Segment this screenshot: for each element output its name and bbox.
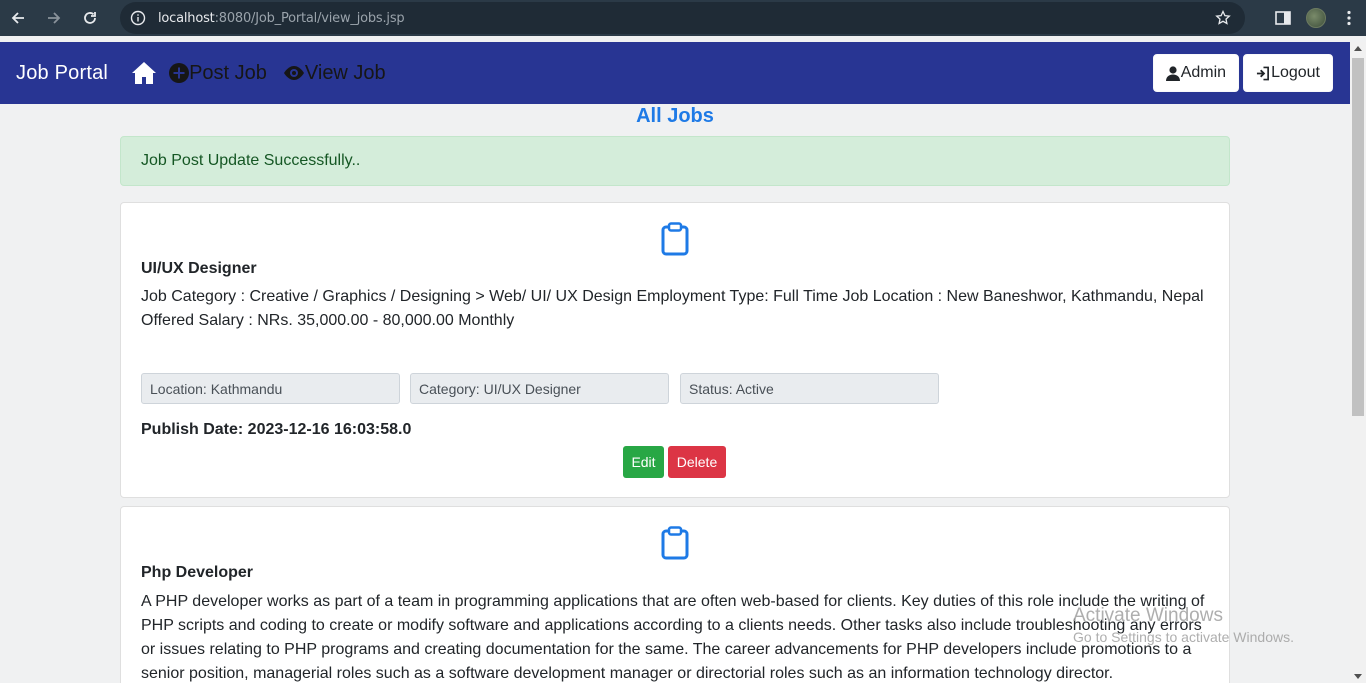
reload-button[interactable] [72, 0, 108, 36]
view-job-link[interactable]: View Job [283, 62, 386, 85]
page-title: All Jobs [636, 105, 714, 127]
browser-toolbar: localhost:8080/Job_Portal/view_jobs.jsp [0, 0, 1366, 36]
site-info-icon[interactable] [130, 10, 146, 26]
home-icon [132, 62, 157, 84]
url-text: localhost:8080/Job_Portal/view_jobs.jsp [158, 10, 405, 26]
clipboard-icon [661, 222, 689, 256]
job-card: Php Developer A PHP developer works as p… [120, 506, 1230, 683]
status-field: Status: Active [680, 373, 939, 404]
windows-activation-watermark: Activate Windows Go to Settings to activ… [1073, 605, 1294, 645]
page-scrollbar[interactable] [1350, 42, 1366, 683]
kebab-menu-icon[interactable] [1340, 9, 1358, 27]
forward-arrow-icon [48, 12, 61, 24]
address-bar[interactable]: localhost:8080/Job_Portal/view_jobs.jsp [120, 2, 1245, 34]
eye-icon [283, 66, 304, 80]
admin-label: Admin [1180, 64, 1227, 81]
job-card: UI/UX Designer Job Category : Creative /… [120, 202, 1230, 498]
post-job-link[interactable]: Post Job [169, 62, 267, 85]
logout-button[interactable]: Logout [1243, 54, 1333, 92]
job-title: UI/UX Designer [141, 260, 257, 277]
reload-icon [84, 12, 96, 24]
scroll-down-arrow-icon[interactable] [1354, 674, 1362, 679]
view-job-label: View Job [304, 61, 386, 84]
back-arrow-icon [11, 12, 24, 24]
logout-label: Logout [1271, 64, 1320, 81]
home-link[interactable] [131, 61, 157, 85]
publish-date: Publish Date: 2023-12-16 16:03:58.0 [141, 421, 412, 438]
bookmark-star-icon[interactable] [1215, 10, 1231, 26]
edit-button[interactable]: Edit [623, 446, 664, 478]
success-alert: Job Post Update Successfully.. [120, 136, 1230, 186]
sign-in-icon [1256, 66, 1270, 80]
forward-button[interactable] [36, 0, 72, 36]
watermark-title: Activate Windows [1073, 605, 1223, 626]
brand-link[interactable]: Job Portal [16, 62, 108, 85]
category-field: Category: UI/UX Designer [410, 373, 669, 404]
app-navbar: Job Portal Post Job View Job Admin Logou… [0, 42, 1350, 104]
scroll-thumb[interactable] [1352, 58, 1364, 416]
post-job-label: Post Job [189, 61, 267, 84]
watermark-subtitle: Go to Settings to activate Windows. [1073, 629, 1294, 645]
admin-button[interactable]: Admin [1152, 54, 1240, 92]
location-field: Location: Kathmandu [141, 373, 400, 404]
profile-avatar[interactable] [1306, 8, 1326, 28]
scroll-up-arrow-icon[interactable] [1354, 46, 1362, 51]
clipboard-icon [661, 526, 689, 560]
side-panel-icon[interactable] [1274, 9, 1292, 27]
back-button[interactable] [0, 0, 36, 36]
job-description: Job Category : Creative / Graphics / Des… [141, 288, 1204, 329]
user-icon [1165, 65, 1180, 81]
job-description: A PHP developer works as part of a team … [141, 593, 1205, 682]
plus-circle-icon [169, 63, 190, 83]
job-title: Php Developer [141, 564, 254, 581]
delete-button[interactable]: Delete [668, 446, 726, 478]
